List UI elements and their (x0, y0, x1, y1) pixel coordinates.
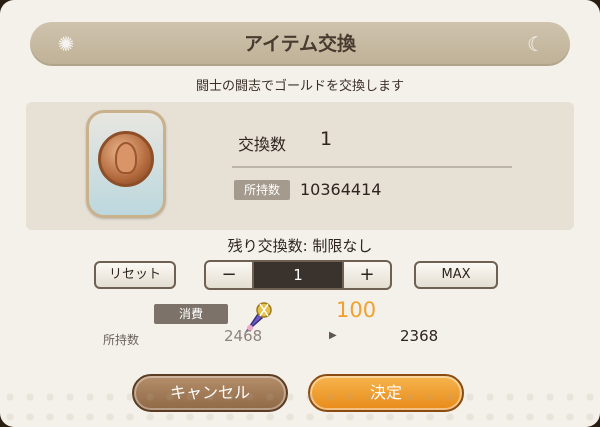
decrement-button[interactable]: − (206, 262, 254, 288)
owned-before-value: 2468 (224, 327, 263, 345)
gold-coin-icon (98, 131, 154, 187)
dialog-subtitle: 闘士の闘志でゴールドを交換します (195, 79, 404, 94)
owned-after-value: 2368 (400, 327, 439, 345)
owned-badge: 所持数 (234, 180, 290, 200)
quantity-stepper: − 1 + (204, 260, 392, 290)
exchange-count-value: 1 (320, 128, 333, 150)
confirm-button[interactable]: 決定 (308, 374, 464, 412)
moon-ornament-icon: ☾ (527, 32, 545, 56)
cancel-button[interactable]: キャンセル (132, 374, 288, 412)
gold-coin-medal-icon (86, 110, 166, 218)
cost-amount: 100 (336, 298, 377, 322)
owned-spirit-label: 所持数 (103, 333, 140, 347)
max-button[interactable]: MAX (414, 261, 498, 289)
reset-button[interactable]: リセット (94, 261, 176, 289)
title-bar: ✺ アイテム交換 ☾ (30, 22, 570, 66)
arrow-right-icon: ▶ (329, 330, 337, 341)
owned-gold-value: 10364414 (300, 180, 382, 199)
quantity-value: 1 (293, 266, 303, 284)
remaining-exchanges: 残り交換数: 制限なし (227, 237, 373, 255)
coin-portrait (115, 142, 137, 174)
exchange-count-label: 交換数 (238, 135, 287, 154)
dialog-title: アイテム交換 (243, 33, 357, 55)
consume-badge: 消費 (154, 304, 228, 324)
item-exchange-dialog: ✺ アイテム交換 ☾ 闘士の闘志でゴールドを交換します 交換数 1 所持数 10… (0, 0, 600, 427)
divider (232, 166, 512, 168)
increment-button[interactable]: + (342, 262, 390, 288)
